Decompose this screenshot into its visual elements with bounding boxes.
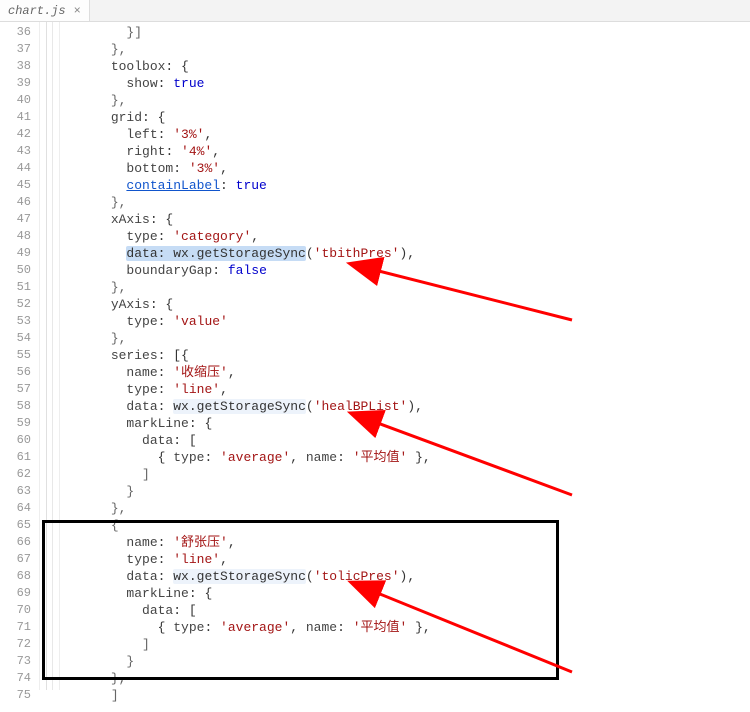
code-line[interactable]: { type: 'average', name: '平均值' }, — [64, 449, 750, 466]
line-number: 49 — [0, 245, 31, 262]
line-number: 36 — [0, 24, 31, 41]
close-icon[interactable]: × — [74, 4, 81, 18]
line-number: 70 — [0, 602, 31, 619]
code-line[interactable]: } — [64, 483, 750, 500]
code-line[interactable]: type: 'value' — [64, 313, 750, 330]
line-number: 68 — [0, 568, 31, 585]
line-number: 65 — [0, 517, 31, 534]
line-number: 50 — [0, 262, 31, 279]
line-number-gutter: 3637383940414243444546474849505152535455… — [0, 22, 40, 690]
line-number: 42 — [0, 126, 31, 143]
line-number: 62 — [0, 466, 31, 483]
code-line[interactable]: xAxis: { — [64, 211, 750, 228]
line-number: 71 — [0, 619, 31, 636]
file-tab[interactable]: chart.js × — [0, 0, 90, 21]
line-number: 58 — [0, 398, 31, 415]
line-number: 45 — [0, 177, 31, 194]
line-number: 46 — [0, 194, 31, 211]
line-number: 41 — [0, 109, 31, 126]
code-line[interactable]: left: '3%', — [64, 126, 750, 143]
tab-filename: chart.js — [8, 4, 66, 18]
code-line[interactable]: ] — [64, 466, 750, 483]
code-line[interactable]: data: wx.getStorageSync('tbithPres'), — [64, 245, 750, 262]
code-line[interactable]: data: wx.getStorageSync('healBPList'), — [64, 398, 750, 415]
code-line[interactable]: }, — [64, 194, 750, 211]
code-line[interactable]: }, — [64, 279, 750, 296]
line-number: 48 — [0, 228, 31, 245]
code-line[interactable]: { type: 'average', name: '平均值' }, — [64, 619, 750, 636]
line-number: 43 — [0, 143, 31, 160]
code-line[interactable]: grid: { — [64, 109, 750, 126]
code-line[interactable]: name: '收缩压', — [64, 364, 750, 381]
code-line[interactable]: }, — [64, 41, 750, 58]
line-number: 74 — [0, 670, 31, 687]
line-number: 40 — [0, 92, 31, 109]
code-line[interactable]: data: wx.getStorageSync('tolicPres'), — [64, 568, 750, 585]
code-line[interactable]: type: 'line', — [64, 551, 750, 568]
code-line[interactable]: containLabel: true — [64, 177, 750, 194]
line-number: 38 — [0, 58, 31, 75]
code-line[interactable]: data: [ — [64, 432, 750, 449]
line-number: 55 — [0, 347, 31, 364]
code-line[interactable]: toolbox: { — [64, 58, 750, 75]
line-number: 54 — [0, 330, 31, 347]
line-number: 64 — [0, 500, 31, 517]
line-number: 56 — [0, 364, 31, 381]
line-number: 47 — [0, 211, 31, 228]
tab-bar: chart.js × — [0, 0, 750, 22]
code-line[interactable]: type: 'category', — [64, 228, 750, 245]
code-line[interactable]: type: 'line', — [64, 381, 750, 398]
code-content[interactable]: }] }, toolbox: { show: true }, grid: { l… — [60, 22, 750, 690]
code-line[interactable]: yAxis: { — [64, 296, 750, 313]
line-number: 63 — [0, 483, 31, 500]
code-line[interactable]: }, — [64, 500, 750, 517]
line-number: 57 — [0, 381, 31, 398]
line-number: 66 — [0, 534, 31, 551]
code-line[interactable]: data: [ — [64, 602, 750, 619]
line-number: 67 — [0, 551, 31, 568]
code-line[interactable]: }] — [64, 24, 750, 41]
line-number: 73 — [0, 653, 31, 670]
code-line[interactable]: { — [64, 517, 750, 534]
code-line[interactable]: boundaryGap: false — [64, 262, 750, 279]
code-line[interactable]: bottom: '3%', — [64, 160, 750, 177]
line-number: 37 — [0, 41, 31, 58]
code-editor[interactable]: 3637383940414243444546474849505152535455… — [0, 22, 750, 690]
code-line[interactable]: markLine: { — [64, 415, 750, 432]
line-number: 51 — [0, 279, 31, 296]
line-number: 59 — [0, 415, 31, 432]
code-line[interactable]: }, — [64, 330, 750, 347]
line-number: 52 — [0, 296, 31, 313]
line-number: 39 — [0, 75, 31, 92]
line-number: 44 — [0, 160, 31, 177]
code-line[interactable]: show: true — [64, 75, 750, 92]
code-line[interactable]: ] — [64, 636, 750, 653]
line-number: 61 — [0, 449, 31, 466]
code-line[interactable]: right: '4%', — [64, 143, 750, 160]
code-line[interactable]: }, — [64, 670, 750, 687]
code-line[interactable]: series: [{ — [64, 347, 750, 364]
code-line[interactable]: name: '舒张压', — [64, 534, 750, 551]
code-line[interactable]: }, — [64, 92, 750, 109]
line-number: 72 — [0, 636, 31, 653]
line-number: 53 — [0, 313, 31, 330]
line-number: 60 — [0, 432, 31, 449]
code-line[interactable]: markLine: { — [64, 585, 750, 602]
code-line[interactable]: } — [64, 653, 750, 670]
line-number: 69 — [0, 585, 31, 602]
fold-column — [40, 22, 60, 690]
